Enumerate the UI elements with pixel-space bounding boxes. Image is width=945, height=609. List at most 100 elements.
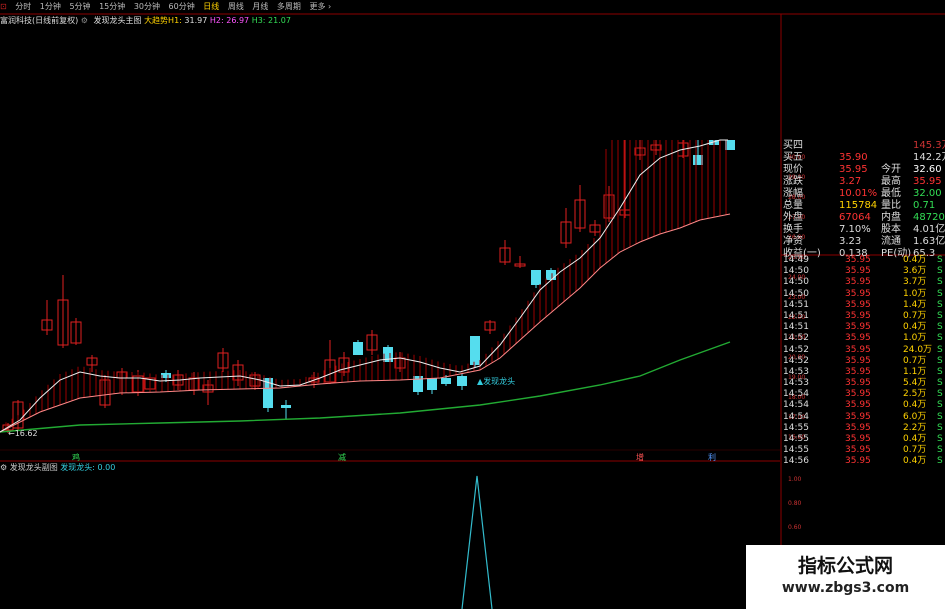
quote-row: 买五 35.90 142.2万	[783, 152, 945, 164]
tick-direction: S	[937, 322, 943, 333]
tick-row: 14:51 35.95 0.7万 S	[783, 311, 945, 322]
quote-value: 7.10%	[839, 224, 871, 235]
tick-volume: 0.4万	[903, 322, 927, 333]
tick-time: 14:53	[783, 366, 809, 377]
tick-price: 35.95	[845, 333, 871, 344]
quote-row: 涨幅 10.01% 最低 32.00	[783, 188, 945, 200]
tick-row: 14:56 35.95 0.4万 S	[783, 456, 945, 467]
tick-price: 35.95	[845, 366, 871, 377]
gear-icon[interactable]: ⚙	[0, 463, 7, 472]
quote-label: 换手	[783, 224, 803, 235]
tick-row: 14:55 35.95 2.2万 S	[783, 423, 945, 434]
tick-volume: 0.4万	[903, 255, 927, 265]
tick-time: 14:49	[783, 255, 809, 265]
quote-label: 内盘	[881, 212, 901, 223]
candle-body-down	[427, 378, 437, 390]
sub-chart-title: ⚙ 发现龙头副图 发现龙头: 0.00	[0, 462, 780, 474]
quote-label: 涨跌	[783, 176, 803, 187]
tick-row: 14:55 35.95 0.4万 S	[783, 434, 945, 445]
quote-value: 115784	[839, 200, 878, 211]
quote-row: 涨跌 3.27 最高 35.95	[783, 176, 945, 188]
quote-value: 1.63亿	[913, 236, 945, 247]
candle-body-down	[353, 342, 363, 355]
quote-value: 0.71	[913, 200, 936, 211]
tick-price: 35.95	[845, 288, 871, 299]
sub-axis-label: 0.60	[788, 524, 802, 531]
sub-indicator-name[interactable]: 发现龙头副图	[10, 463, 58, 472]
signal-spike	[461, 475, 493, 609]
sub-indicator-value: 0.00	[97, 463, 116, 472]
tick-direction: S	[937, 389, 943, 400]
tick-time: 14:52	[783, 355, 809, 366]
signal-tag: ▲发现龙头	[477, 377, 516, 386]
tick-direction: S	[937, 445, 943, 456]
quote-label: 总量	[783, 200, 803, 211]
tick-volume: 3.6万	[903, 266, 927, 277]
quote-label: 净资	[783, 236, 803, 247]
tick-price: 35.95	[845, 445, 871, 456]
candle-body-down	[441, 378, 451, 384]
tick-volume: 6.0万	[903, 411, 927, 422]
tick-time: 14:55	[783, 422, 809, 433]
tick-direction: S	[937, 277, 943, 288]
tick-direction: S	[937, 355, 943, 366]
tick-time: 14:53	[783, 378, 809, 389]
watermark-url: www.zbgs3.com	[781, 580, 910, 596]
quote-value: 4.01亿	[913, 224, 945, 235]
ma-white-line	[0, 139, 728, 433]
tick-volume: 3.7万	[903, 277, 927, 288]
tick-time: 14:50	[783, 277, 809, 288]
watermark-logo: 指标公式网 www.zbgs3.com	[746, 545, 945, 609]
tick-row: 14:53 35.95 5.4万 S	[783, 378, 945, 389]
tick-row: 14:52 35.95 0.7万 S	[783, 356, 945, 367]
tick-price: 35.95	[845, 344, 871, 355]
tick-volume: 1.0万	[903, 288, 927, 299]
quote-label: 流通	[881, 236, 901, 247]
sub-axis-label: 0.80	[788, 500, 802, 507]
tick-list: 14:49 35.95 0.4万 S 14:50 35.95 3.6万 S 14:50 35.95…	[783, 255, 945, 468]
quote-value: 3.27	[839, 176, 862, 187]
tick-price: 35.95	[845, 456, 871, 467]
tick-direction: S	[937, 333, 943, 344]
tick-time: 14:54	[783, 389, 809, 400]
quote-label: 现价	[783, 164, 803, 175]
quote-value: 35.95	[913, 176, 942, 187]
quote-value: 145.3万	[913, 140, 945, 151]
tick-row: 14:52 35.95 1.0万 S	[783, 333, 945, 344]
tick-time: 14:51	[783, 322, 809, 333]
tick-volume: 2.5万	[903, 389, 927, 400]
tick-direction: S	[937, 299, 943, 310]
quote-label: 最高	[881, 176, 901, 187]
tick-volume: 0.4万	[903, 434, 927, 444]
tick-direction: S	[937, 456, 943, 467]
quote-value: 48720	[913, 212, 945, 223]
tick-direction: S	[937, 255, 943, 265]
tick-direction: S	[937, 434, 943, 444]
tick-row: 14:50 35.95 3.7万 S	[783, 277, 945, 288]
tick-time: 14:50	[783, 288, 809, 299]
quote-label: 外盘	[783, 212, 803, 223]
tick-volume: 0.4万	[903, 400, 927, 411]
tick-volume: 0.7万	[903, 355, 927, 366]
tick-price: 35.95	[845, 255, 871, 265]
quote-row: 净资 3.23 流通 1.63亿	[783, 236, 945, 248]
candle-body-down	[281, 405, 291, 408]
tick-volume: 1.4万	[903, 299, 927, 310]
tick-direction: S	[937, 422, 943, 433]
candle-body-down	[470, 336, 480, 365]
quote-value: 3.23	[839, 236, 862, 247]
quote-panel: 买四 145.3万买五 35.90 142.2万现价 35.95 今开 32.60 涨跌 3.2…	[783, 140, 945, 260]
quote-row: 外盘 67064 内盘 48720	[783, 212, 945, 224]
tick-time: 14:52	[783, 344, 809, 355]
tick-volume: 2.2万	[903, 422, 927, 433]
candle-body-down	[457, 376, 467, 386]
tick-price: 35.95	[845, 299, 871, 310]
tick-price: 35.95	[845, 355, 871, 366]
tick-volume: 24.0万	[903, 344, 933, 355]
tick-direction: S	[937, 411, 943, 422]
tick-direction: S	[937, 288, 943, 299]
tick-price: 35.95	[845, 389, 871, 400]
tick-row: 14:49 35.95 0.4万 S	[783, 255, 945, 266]
quote-row: 买四 145.3万	[783, 140, 945, 152]
quote-row: 换手 7.10% 股本 4.01亿	[783, 224, 945, 236]
